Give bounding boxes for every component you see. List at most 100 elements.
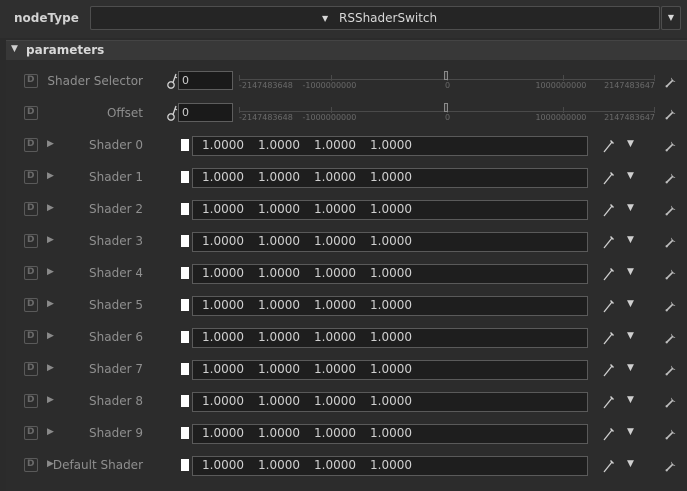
disable-d-icon[interactable] [24, 330, 38, 344]
color-swatch[interactable] [181, 459, 189, 471]
parameters-section-header[interactable]: ▼ parameters [6, 40, 687, 60]
color-value-field[interactable]: 1.0000 1.0000 1.0000 1.0000 [192, 456, 588, 476]
disable-d-icon[interactable] [24, 298, 38, 312]
chevron-down-icon[interactable]: ▼ [627, 203, 634, 213]
color-channel-b[interactable]: 1.0000 [314, 202, 356, 216]
wrench-icon[interactable] [664, 139, 678, 153]
chevron-down-icon[interactable]: ▼ [627, 235, 634, 245]
node-type-select[interactable]: ▼ RSShaderSwitch [90, 6, 660, 30]
expand-triangle-icon[interactable]: ▶ [47, 331, 54, 341]
color-channel-b[interactable]: 1.0000 [314, 266, 356, 280]
expand-triangle-icon[interactable]: ▶ [47, 427, 54, 437]
wrench-icon[interactable] [664, 299, 678, 313]
color-channel-g[interactable]: 1.0000 [258, 202, 300, 216]
color-channel-r[interactable]: 1.0000 [202, 298, 244, 312]
color-channel-a[interactable]: 1.0000 [370, 266, 412, 280]
color-picker-icon[interactable] [602, 298, 616, 314]
wrench-icon[interactable] [664, 171, 678, 185]
disable-d-icon[interactable] [24, 362, 38, 376]
int-slider[interactable]: -2147483648 -1000000000 0 1000000000 2147483… [239, 101, 655, 127]
disable-d-icon[interactable] [24, 106, 38, 120]
color-channel-a[interactable]: 1.0000 [370, 170, 412, 184]
slider-handle[interactable] [444, 103, 448, 112]
expand-triangle-icon[interactable]: ▶ [47, 299, 54, 309]
color-swatch[interactable] [181, 299, 189, 311]
color-picker-icon[interactable] [602, 170, 616, 186]
color-channel-r[interactable]: 1.0000 [202, 266, 244, 280]
node-type-dropdown-button[interactable]: ▼ [661, 6, 681, 30]
color-channel-r[interactable]: 1.0000 [202, 458, 244, 472]
color-value-field[interactable]: 1.0000 1.0000 1.0000 1.0000 [192, 136, 588, 156]
color-channel-r[interactable]: 1.0000 [202, 234, 244, 248]
color-channel-g[interactable]: 1.0000 [258, 394, 300, 408]
color-value-field[interactable]: 1.0000 1.0000 1.0000 1.0000 [192, 360, 588, 380]
expand-triangle-icon[interactable]: ▶ [47, 235, 54, 245]
disable-d-icon[interactable] [24, 202, 38, 216]
color-channel-g[interactable]: 1.0000 [258, 458, 300, 472]
expand-triangle-icon[interactable]: ▶ [47, 203, 54, 213]
color-channel-a[interactable]: 1.0000 [370, 202, 412, 216]
color-channel-b[interactable]: 1.0000 [314, 234, 356, 248]
color-swatch[interactable] [181, 139, 189, 151]
slider-handle[interactable] [444, 71, 448, 80]
chevron-down-icon[interactable]: ▼ [627, 427, 634, 437]
animation-key-icon[interactable] [166, 72, 178, 90]
color-channel-a[interactable]: 1.0000 [370, 458, 412, 472]
chevron-down-icon[interactable]: ▼ [627, 395, 634, 405]
color-picker-icon[interactable] [602, 458, 616, 474]
color-value-field[interactable]: 1.0000 1.0000 1.0000 1.0000 [192, 232, 588, 252]
disable-d-icon[interactable] [24, 234, 38, 248]
color-channel-a[interactable]: 1.0000 [370, 426, 412, 440]
chevron-down-icon[interactable]: ▼ [627, 139, 634, 149]
chevron-down-icon[interactable]: ▼ [627, 299, 634, 309]
disable-d-icon[interactable] [24, 138, 38, 152]
expand-triangle-icon[interactable]: ▶ [47, 395, 54, 405]
color-channel-r[interactable]: 1.0000 [202, 330, 244, 344]
color-picker-icon[interactable] [602, 138, 616, 154]
color-channel-a[interactable]: 1.0000 [370, 138, 412, 152]
color-channel-r[interactable]: 1.0000 [202, 362, 244, 376]
color-channel-g[interactable]: 1.0000 [258, 426, 300, 440]
color-channel-b[interactable]: 1.0000 [314, 138, 356, 152]
color-value-field[interactable]: 1.0000 1.0000 1.0000 1.0000 [192, 168, 588, 188]
color-picker-icon[interactable] [602, 362, 616, 378]
color-swatch[interactable] [181, 267, 189, 279]
color-swatch[interactable] [181, 395, 189, 407]
color-channel-b[interactable]: 1.0000 [314, 426, 356, 440]
color-channel-a[interactable]: 1.0000 [370, 330, 412, 344]
int-value-field[interactable]: 0 [178, 103, 233, 122]
chevron-down-icon[interactable]: ▼ [627, 459, 634, 469]
color-swatch[interactable] [181, 427, 189, 439]
color-value-field[interactable]: 1.0000 1.0000 1.0000 1.0000 [192, 328, 588, 348]
chevron-down-icon[interactable]: ▼ [627, 267, 634, 277]
color-channel-b[interactable]: 1.0000 [314, 170, 356, 184]
color-picker-icon[interactable] [602, 234, 616, 250]
color-channel-r[interactable]: 1.0000 [202, 138, 244, 152]
color-channel-b[interactable]: 1.0000 [314, 458, 356, 472]
color-channel-a[interactable]: 1.0000 [370, 362, 412, 376]
wrench-icon[interactable] [664, 75, 678, 89]
expand-triangle-icon[interactable]: ▶ [47, 139, 54, 149]
expand-triangle-icon[interactable]: ▶ [47, 267, 54, 277]
color-channel-r[interactable]: 1.0000 [202, 170, 244, 184]
color-channel-a[interactable]: 1.0000 [370, 394, 412, 408]
color-swatch[interactable] [181, 331, 189, 343]
color-channel-r[interactable]: 1.0000 [202, 426, 244, 440]
expand-triangle-icon[interactable]: ▶ [47, 363, 54, 373]
color-swatch[interactable] [181, 363, 189, 375]
chevron-down-icon[interactable]: ▼ [627, 363, 634, 373]
color-channel-g[interactable]: 1.0000 [258, 362, 300, 376]
color-swatch[interactable] [181, 171, 189, 183]
color-channel-a[interactable]: 1.0000 [370, 298, 412, 312]
color-channel-g[interactable]: 1.0000 [258, 266, 300, 280]
color-channel-g[interactable]: 1.0000 [258, 234, 300, 248]
wrench-icon[interactable] [664, 235, 678, 249]
color-channel-r[interactable]: 1.0000 [202, 394, 244, 408]
int-value-field[interactable]: 0 [178, 71, 233, 90]
color-channel-g[interactable]: 1.0000 [258, 298, 300, 312]
color-channel-b[interactable]: 1.0000 [314, 362, 356, 376]
wrench-icon[interactable] [664, 331, 678, 345]
color-picker-icon[interactable] [602, 426, 616, 442]
color-channel-b[interactable]: 1.0000 [314, 394, 356, 408]
disable-d-icon[interactable] [24, 426, 38, 440]
